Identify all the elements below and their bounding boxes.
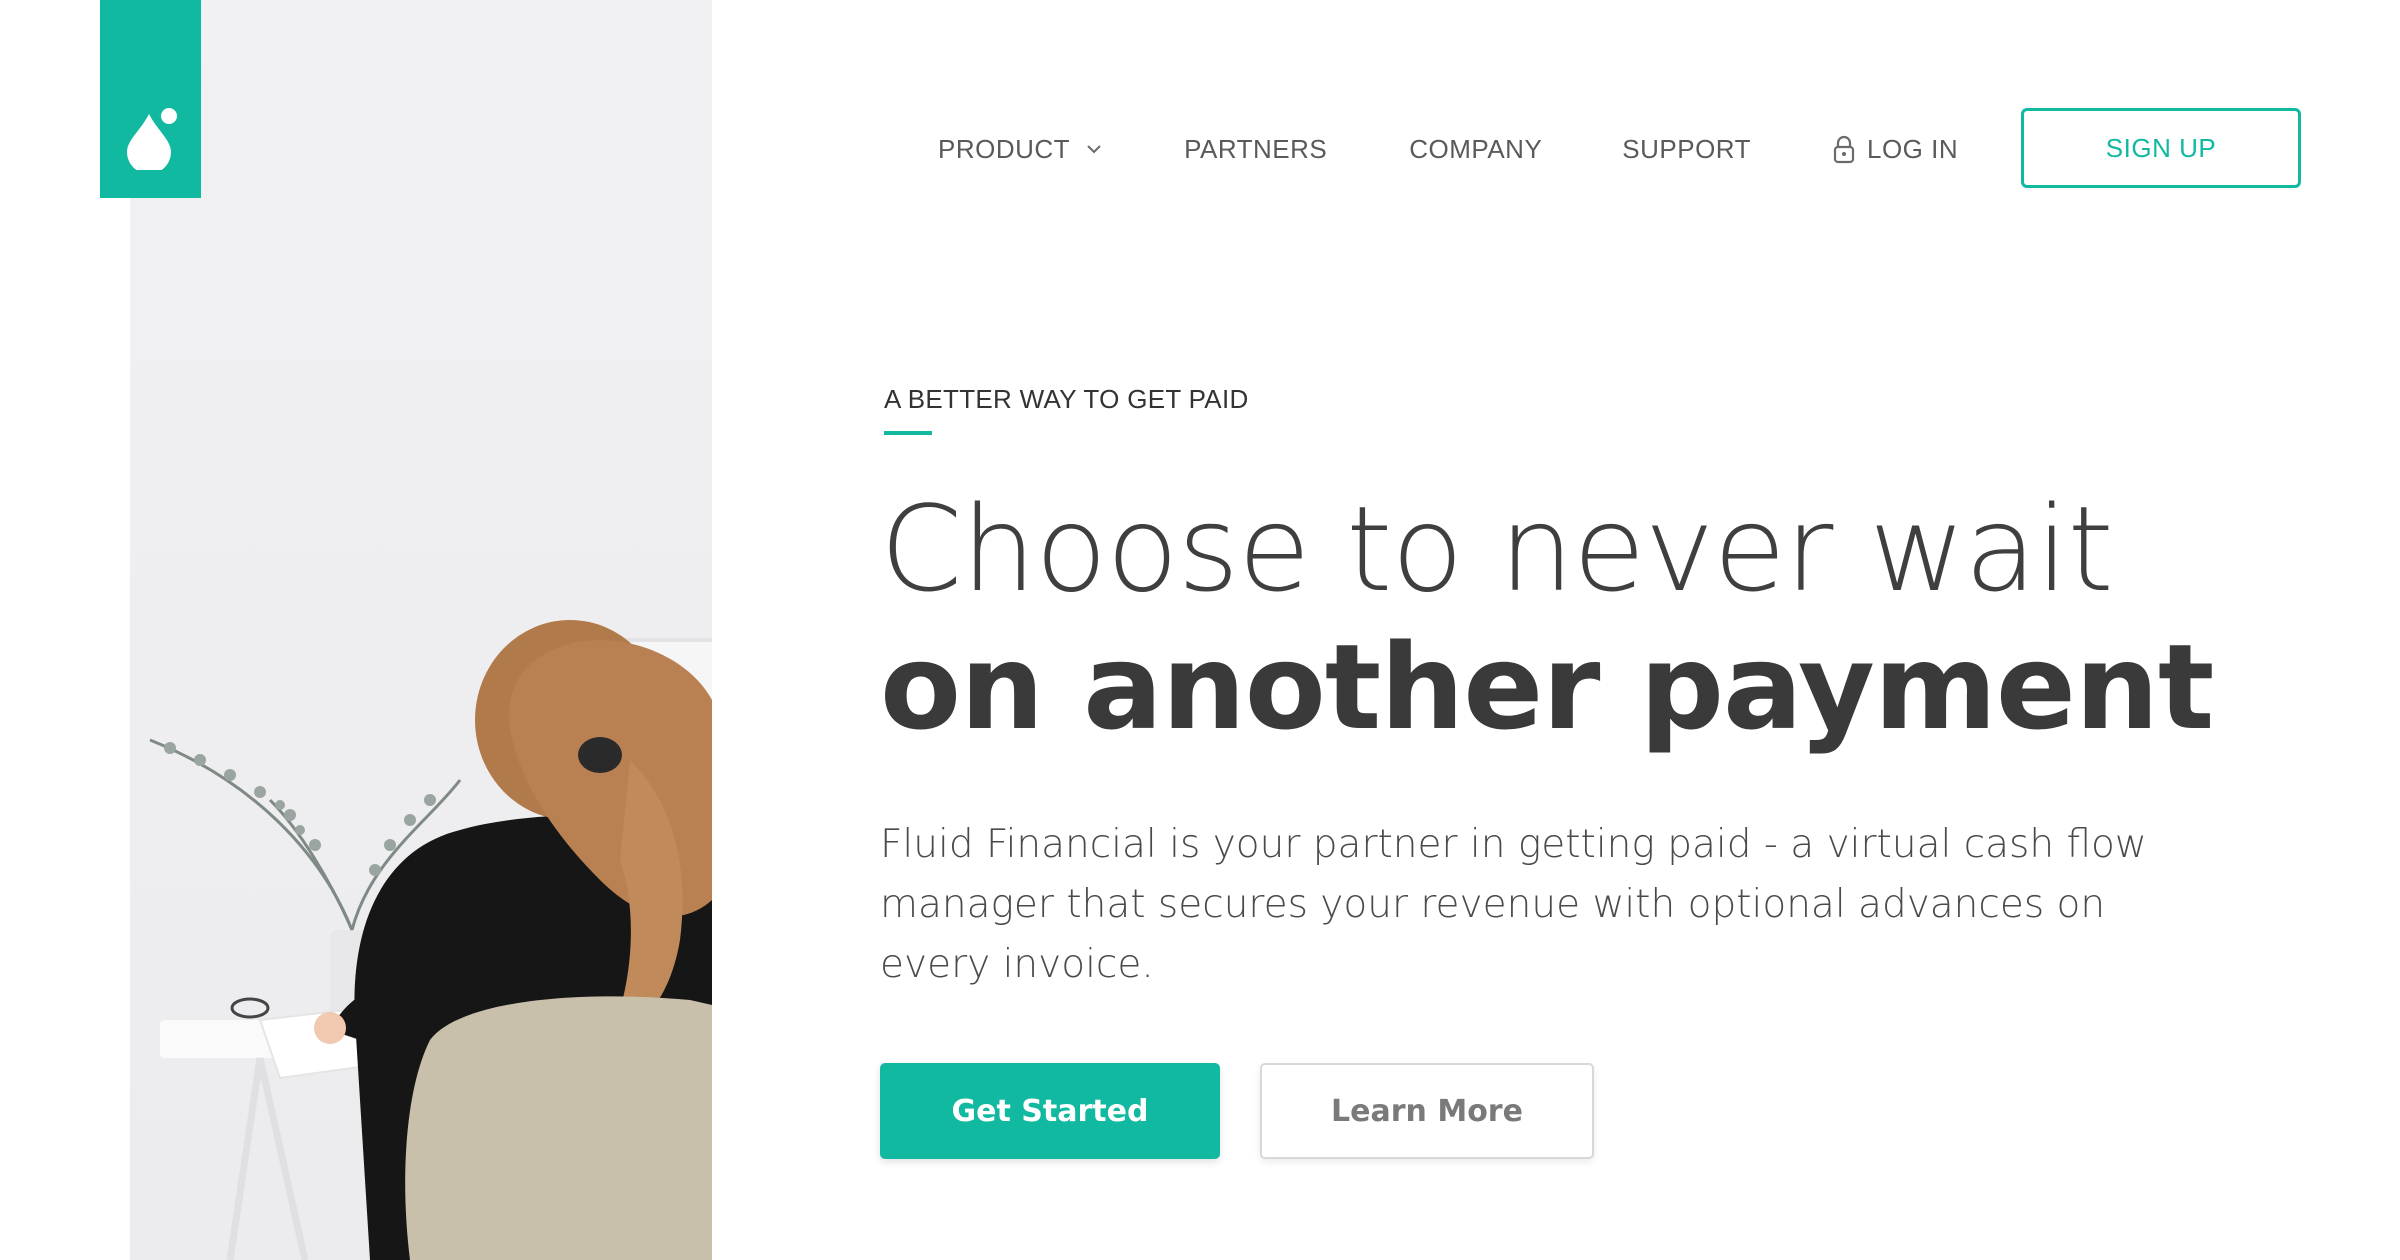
hero-description: Fluid Financial is your partner in getti…	[880, 822, 2147, 987]
hero-headline: Choose to never wait on another payment	[880, 480, 2214, 756]
get-started-button[interactable]: Get Started	[880, 1063, 1220, 1159]
signup-button[interactable]: SIGN UP	[2021, 108, 2301, 188]
nav-product-label: PRODUCT	[938, 133, 1071, 164]
hero-eyebrow: A BETTER WAY TO GET PAID	[884, 384, 1249, 414]
chevron-down-icon	[1087, 145, 1101, 154]
hero-photo	[130, 0, 712, 1260]
brand-logo[interactable]	[100, 0, 201, 198]
nav-product[interactable]: PRODUCT	[938, 134, 1102, 165]
droplet-icon	[126, 108, 177, 170]
eyebrow-underline	[884, 431, 932, 435]
headline-line-2: on another payment	[880, 618, 2214, 756]
headline-line-1: Choose to never wait	[880, 480, 2114, 618]
nav-support[interactable]: SUPPORT	[1622, 134, 1751, 165]
learn-more-button[interactable]: Learn More	[1260, 1063, 1594, 1159]
lock-icon	[1833, 135, 1855, 164]
main-nav: PRODUCT PARTNERS COMPANY SUPPORT LOG IN	[938, 108, 1958, 190]
nav-login[interactable]: LOG IN	[1833, 134, 1958, 165]
nav-partners[interactable]: PARTNERS	[1184, 134, 1327, 165]
nav-login-label: LOG IN	[1867, 133, 1959, 164]
nav-company[interactable]: COMPANY	[1409, 134, 1542, 165]
